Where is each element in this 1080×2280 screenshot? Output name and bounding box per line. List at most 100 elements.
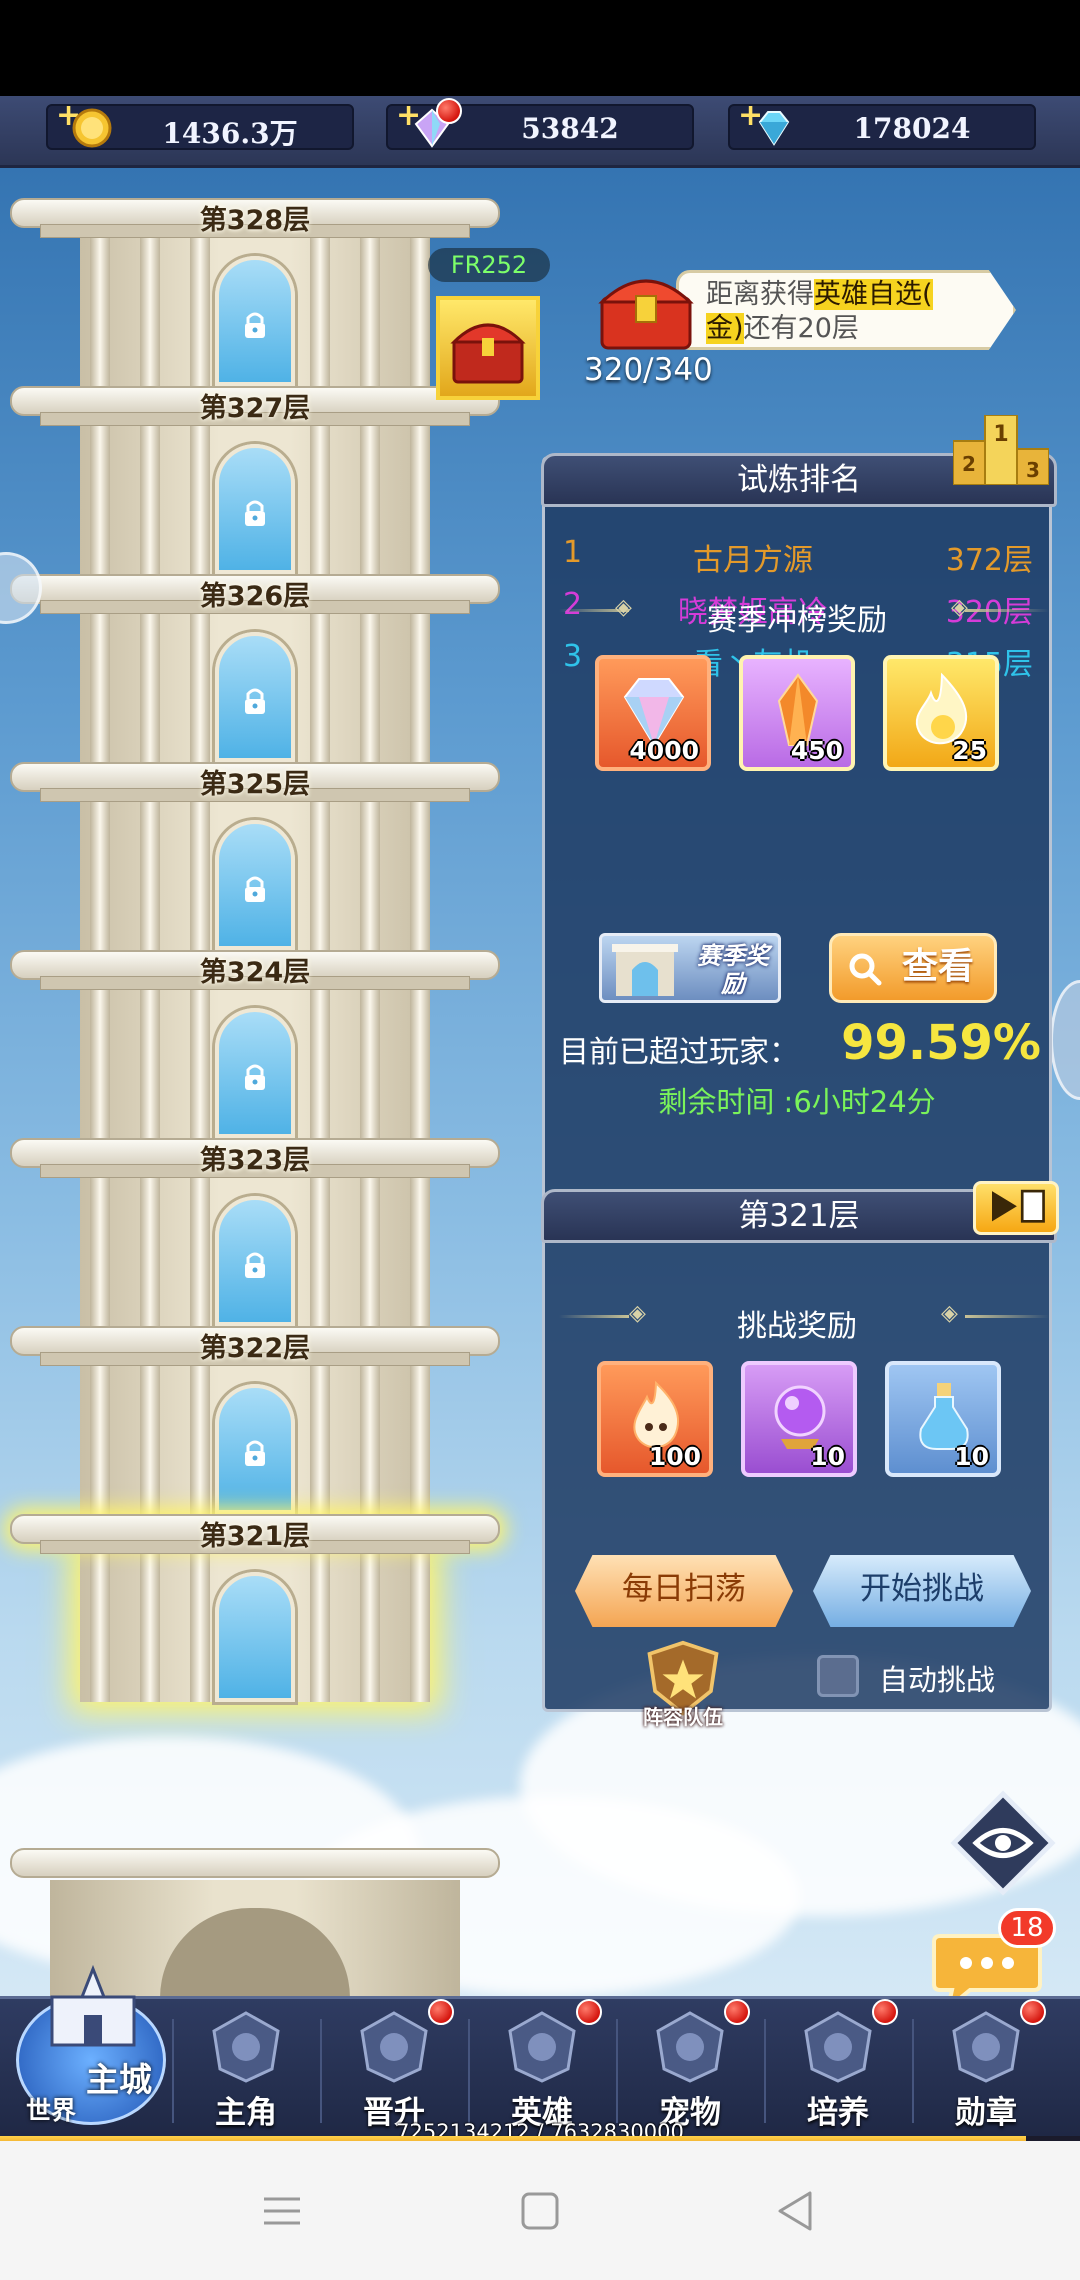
nav-item[interactable]: 宠物 — [620, 1999, 760, 2131]
diamond-icon — [758, 111, 790, 146]
search-icon — [849, 953, 882, 986]
column — [360, 426, 380, 574]
tower-floor[interactable]: 第324层 — [10, 950, 500, 1140]
nav-divider — [764, 2019, 766, 2123]
reward-suffix: 还有20层 — [743, 313, 859, 344]
bottom-nav: 主城 世界 主角 晋升 英雄 宠物 培养 勋章 — [0, 1964, 1080, 2136]
column — [410, 426, 430, 574]
treasure-chest-icon — [450, 323, 526, 384]
column — [90, 1554, 110, 1702]
tower-gate-icon — [612, 944, 678, 996]
rank-position: 3 — [563, 639, 583, 674]
chat-badge: 18 — [998, 1908, 1056, 1948]
exceed-label: 目前已超过玩家： — [559, 1035, 799, 1070]
column — [310, 1178, 330, 1326]
nav-item[interactable]: 勋章 — [916, 1999, 1056, 2131]
column — [90, 1366, 110, 1514]
floor-chest-button[interactable] — [436, 296, 540, 400]
column — [140, 1554, 160, 1702]
tower-floor[interactable]: 第328层 — [10, 198, 500, 388]
ornament: ◈ — [951, 595, 968, 620]
column — [360, 1366, 380, 1514]
season-reward-item[interactable]: 4000 — [595, 655, 711, 771]
column — [410, 990, 430, 1138]
lock-icon — [242, 1062, 268, 1092]
floor-label: 第323层 — [199, 1145, 311, 1176]
divider — [965, 609, 1049, 612]
reward-count: 100 — [648, 1442, 701, 1471]
challenge-reward-item[interactable]: 100 — [597, 1361, 713, 1477]
column — [360, 990, 380, 1138]
column — [410, 802, 430, 950]
challenge-reward-title: 挑战奖励 — [737, 1309, 857, 1344]
season-reward-item[interactable]: 450 — [739, 655, 855, 771]
tower-floor[interactable]: 第321层 — [10, 1514, 500, 1704]
crystal-counter[interactable]: + 53842 — [386, 98, 694, 150]
play-icon — [992, 1189, 1045, 1223]
tower-floor[interactable]: 第325层 — [10, 762, 500, 952]
column — [140, 990, 160, 1138]
nav-divider — [172, 2019, 174, 2123]
gold-counter[interactable]: + 1436.3万 — [46, 98, 354, 150]
lock-icon — [242, 1438, 268, 1468]
progress-reward-note[interactable]: 距离获得英雄自选( 金)还有20层 — [596, 264, 1016, 350]
side-tab-right[interactable] — [1050, 980, 1080, 1100]
tower-floor[interactable]: 第327层 — [10, 386, 500, 576]
notification-dot — [436, 98, 462, 124]
diamond-counter[interactable]: + 178024 — [728, 98, 1036, 150]
lineup-button[interactable]: 阵容队伍 — [633, 1639, 733, 1729]
start-challenge-button[interactable]: 开始挑战 — [813, 1555, 1031, 1627]
column — [310, 614, 330, 762]
nav-item[interactable]: 主角 — [176, 2009, 316, 2131]
column — [190, 1178, 210, 1326]
home-square-icon[interactable] — [510, 2181, 570, 2241]
column — [190, 1554, 210, 1702]
reward-count: 450 — [790, 736, 843, 765]
column — [140, 426, 160, 574]
auto-challenge-checkbox[interactable] — [817, 1655, 859, 1697]
column — [140, 1366, 160, 1514]
nav-divider — [616, 2019, 618, 2123]
column — [310, 1554, 330, 1702]
nav-item[interactable]: 培养 — [768, 1999, 908, 2131]
column — [190, 426, 210, 574]
column — [410, 1366, 430, 1514]
ranking-panel: 试炼排名 1 2 3 1古月方源372层2晓梦姬高冷320层3看丶灰机315层 … — [541, 415, 1057, 1236]
home-city-button[interactable]: 主城 世界 — [10, 1959, 170, 2129]
tower-floor[interactable]: 第322层 — [10, 1326, 500, 1516]
notification-dot — [1020, 1999, 1046, 2025]
view-label: 查看 — [901, 946, 974, 987]
diamond-value: 178024 — [853, 112, 971, 145]
medal-icon — [952, 2011, 1020, 2083]
ornament: ◈ — [941, 1301, 958, 1326]
back-icon[interactable] — [766, 2181, 826, 2241]
tower-floor[interactable]: 第323层 — [10, 1138, 500, 1328]
daily-sweep-button[interactable]: 每日扫荡 — [575, 1555, 793, 1627]
season-reward-button[interactable]: 赛季奖励 — [599, 933, 781, 1003]
column — [190, 238, 210, 386]
column — [190, 614, 210, 762]
season-reward-item[interactable]: 25 — [883, 655, 999, 771]
replay-video-button[interactable] — [973, 1181, 1059, 1235]
column — [410, 1178, 430, 1326]
tower-floor[interactable]: 第326层 — [10, 574, 500, 764]
view-button[interactable]: 查看 — [829, 933, 997, 1003]
nav-item[interactable]: 英雄 — [472, 1999, 612, 2131]
floor-door[interactable] — [215, 1572, 295, 1702]
challenge-reward-item[interactable]: 10 — [885, 1361, 1001, 1477]
fr-tag: FR252 — [428, 248, 550, 282]
ranking-row[interactable]: 1 古月方源 372层 — [563, 535, 1033, 579]
nav-item[interactable]: 晋升 — [324, 1999, 464, 2131]
game-screen: + 1436.3万 + 53842 + 178024 第328层 第327层 第32… — [0, 96, 1080, 2141]
nav-divider — [468, 2019, 470, 2123]
column — [140, 802, 160, 950]
menu-icon[interactable] — [252, 2181, 312, 2241]
column — [310, 238, 330, 386]
reward-count: 10 — [954, 1442, 989, 1471]
challenge-reward-item[interactable]: 10 — [741, 1361, 857, 1477]
rank-player-name: 古月方源 — [693, 543, 813, 578]
eye-toggle-icon[interactable] — [948, 1788, 1058, 1898]
podium-icon: 1 2 3 — [953, 415, 1049, 485]
reward-count: 25 — [952, 736, 987, 765]
column — [90, 426, 110, 574]
